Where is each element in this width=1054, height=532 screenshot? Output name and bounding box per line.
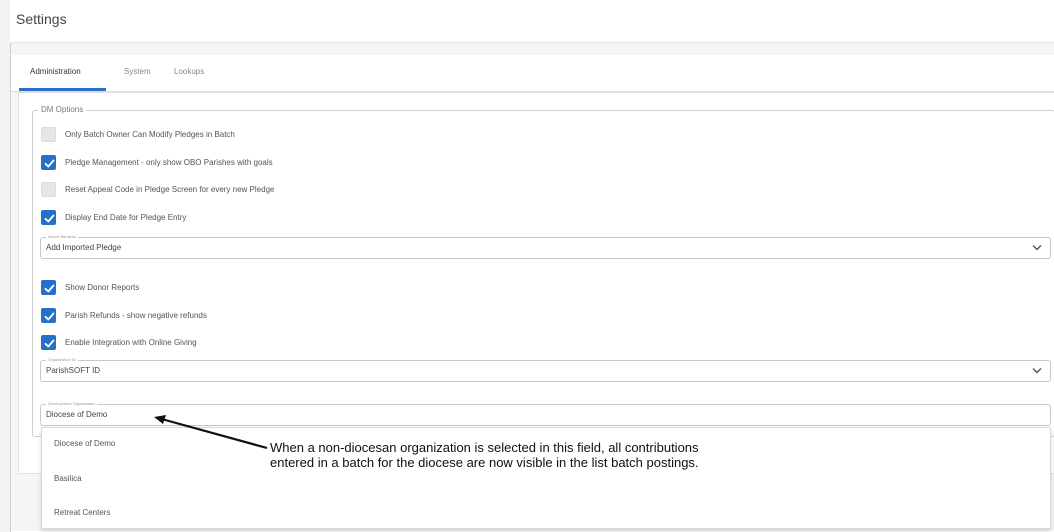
organization-id-label: Organization ID <box>46 357 78 362</box>
option-label: Reset Appeal Code in Pledge Screen for e… <box>65 185 275 194</box>
checkbox-checked[interactable] <box>41 280 56 295</box>
checkbox-checked[interactable] <box>41 210 56 225</box>
organization-id-value: ParishSOFT ID <box>46 366 101 375</box>
option-label: Parish Refunds - show negative refunds <box>65 311 207 320</box>
annotation-text: When a non-diocesan organization is sele… <box>270 440 699 470</box>
import-behavior-select[interactable]: Import Behavior Add Imported Pledge <box>40 234 1051 259</box>
checkmark-icon <box>44 312 55 321</box>
option-label: Only Batch Owner Can Modify Pledges in B… <box>65 130 235 139</box>
import-behavior-label: Import Behavior <box>46 234 79 239</box>
tab-lookups[interactable]: Lookups <box>174 67 204 76</box>
annotation-arrow-icon <box>154 415 268 450</box>
tab-system[interactable]: System <box>124 67 151 76</box>
dropdown-option-retreat-centers[interactable]: Retreat Centers <box>54 508 110 517</box>
title-bar: Settings <box>10 0 1054 43</box>
active-tab-indicator <box>19 88 106 91</box>
checkbox-checked[interactable] <box>41 308 56 323</box>
option-label: Show Donor Reports <box>65 283 140 292</box>
chevron-down-icon[interactable] <box>1032 367 1042 374</box>
dropdown-option-basilica[interactable]: Basilica <box>54 474 82 483</box>
option-label: Pledge Management - only show OBO Parish… <box>65 158 273 167</box>
option-label: Display End Date for Pledge Entry <box>65 213 187 222</box>
checkbox-checked[interactable] <box>41 335 56 350</box>
checkbox-unchecked[interactable] <box>41 182 56 197</box>
chevron-down-icon[interactable] <box>1032 244 1042 251</box>
import-behavior-value: Add Imported Pledge <box>46 243 122 252</box>
page-title: Settings <box>16 11 67 27</box>
tab-bar: Administration System Lookups <box>11 55 1054 92</box>
development-organization-label: Development Organization <box>46 401 98 406</box>
organization-id-select[interactable]: Organization ID ParishSOFT ID <box>40 357 1051 382</box>
checkmark-icon <box>44 284 55 293</box>
checkmark-icon <box>44 339 55 348</box>
tab-administration[interactable]: Administration <box>30 67 81 76</box>
dm-options-legend: DM Options <box>38 105 87 114</box>
checkbox-unchecked[interactable] <box>41 127 56 142</box>
checkmark-icon <box>44 159 55 168</box>
option-label: Enable Integration with Online Giving <box>65 338 197 347</box>
checkbox-checked[interactable] <box>41 155 56 170</box>
development-organization-value: Diocese of Demo <box>46 410 108 419</box>
dropdown-option-diocese-of-demo[interactable]: Diocese of Demo <box>54 439 115 448</box>
checkmark-icon <box>44 214 55 223</box>
